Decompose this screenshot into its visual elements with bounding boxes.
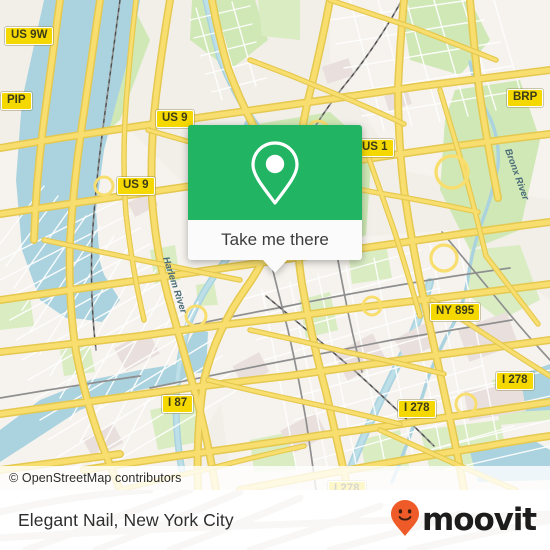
route-shield-i-278: I 278 [398,400,436,418]
route-shield-us-9w: US 9W [5,27,54,45]
take-me-there-button[interactable]: Take me there [188,220,362,260]
route-shield-brp: BRP [507,89,544,107]
attribution-text: © OpenStreetMap contributors [9,471,182,485]
moovit-pin-icon [390,499,420,542]
place-title: Elegant Nail, New York City [18,490,234,550]
route-shield-pip: PIP [1,92,32,110]
map-attribution: © OpenStreetMap contributors [0,466,550,490]
moovit-logo[interactable]: moovit [390,490,537,550]
callout-icon-area [188,125,362,220]
take-me-there-label: Take me there [221,230,329,249]
location-callout-card[interactable]: Take me there [188,125,362,273]
route-shield-i-87: I 87 [162,395,194,413]
route-shield-ny-895: NY 895 [430,303,481,321]
place-title-text: Elegant Nail, New York City [18,509,234,530]
moovit-wordmark: moovit [422,501,537,538]
callout-pointer [263,260,287,273]
map-pin-icon [249,140,301,206]
route-shield-i-278: I 278 [496,372,534,390]
footer-bar: Elegant Nail, New York City moovit [0,490,550,550]
moovit-map-screen: .road { stroke:#f7de6e; stroke-linecap:r… [0,0,550,550]
route-shield-us-9: US 9 [117,177,155,195]
